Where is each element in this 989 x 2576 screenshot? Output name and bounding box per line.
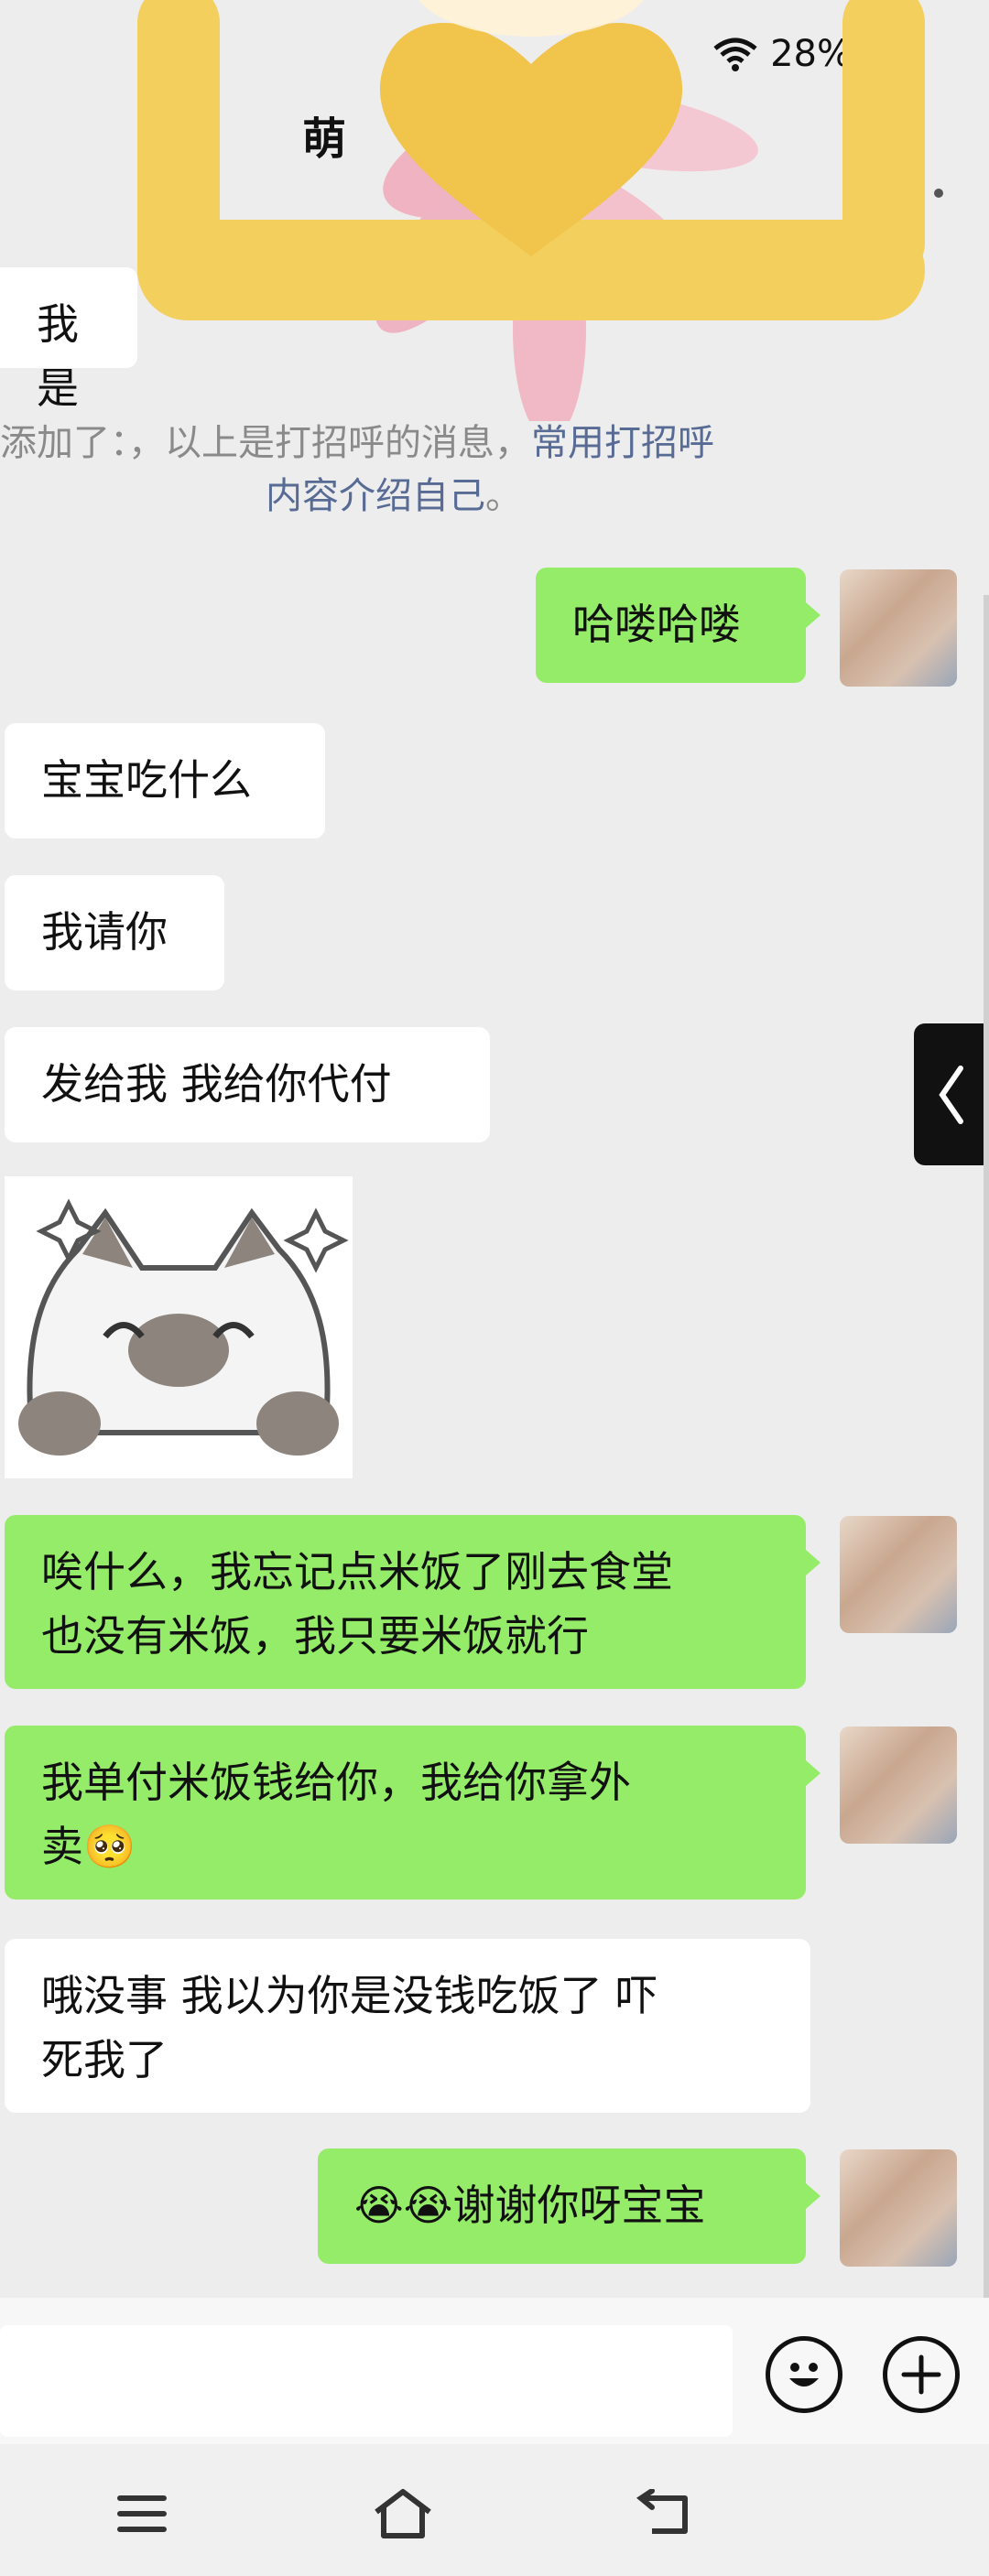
back-button[interactable] <box>623 2477 705 2550</box>
message-outgoing[interactable]: 😭😭谢谢你呀宝宝 <box>318 2148 821 2264</box>
scrollbar[interactable] <box>984 595 989 2307</box>
avatar[interactable] <box>840 569 957 687</box>
chat-header: 萌 <box>0 101 989 247</box>
chat-title: 萌 <box>302 114 347 165</box>
emoji-button[interactable] <box>766 2336 842 2413</box>
back-icon <box>636 2489 688 2534</box>
sticker-message[interactable] <box>5 1176 353 1478</box>
message-outgoing[interactable]: 唉什么，我忘记点米饭了刚去食堂 也没有米饭，我只要米饭就行 <box>5 1515 821 1689</box>
plus-button[interactable] <box>883 2336 960 2413</box>
status-right: 28% <box>712 33 852 75</box>
message-incoming[interactable]: 我请你 <box>5 875 224 990</box>
message-incoming[interactable]: 哦没事 我以为你是没钱吃饭了 吓 死我了 <box>5 1939 810 2113</box>
system-message-line2: 内容介绍自己。 <box>266 475 522 517</box>
menu-icon <box>117 2495 167 2532</box>
more-options-icon[interactable] <box>934 189 943 198</box>
intro-link[interactable]: 内容介绍自己 <box>266 475 485 517</box>
system-message-line1: 添加了：，以上是打招呼的消息，常用打招呼 <box>0 422 714 464</box>
emoji-icon <box>789 2363 819 2387</box>
message-input[interactable] <box>0 2325 733 2437</box>
system-nav-bar <box>0 2444 989 2576</box>
message-outgoing[interactable]: 我单付米饭钱给你，我给你拿外 卖🥺 <box>5 1726 821 1900</box>
avatar[interactable] <box>840 1516 957 1633</box>
side-panel-toggle[interactable] <box>914 1023 989 1165</box>
cat-smiling-sticker <box>18 1198 349 1456</box>
message-incoming[interactable]: 我是 <box>0 267 137 413</box>
input-bar <box>0 2298 989 2444</box>
chevron-left-icon <box>939 1065 963 1124</box>
message-incoming[interactable]: 发给我 我给你代付 <box>5 1027 490 1142</box>
avatar[interactable] <box>840 2149 957 2267</box>
message-incoming[interactable]: 宝宝吃什么 <box>5 723 325 839</box>
home-button[interactable] <box>362 2477 444 2550</box>
wifi-icon <box>713 38 757 71</box>
menu-button[interactable] <box>101 2477 183 2550</box>
message-outgoing[interactable]: 哈喽哈喽 <box>536 568 821 683</box>
plus-icon <box>901 2354 941 2395</box>
battery-level: 28% <box>770 33 852 75</box>
greeting-link[interactable]: 常用打招呼 <box>531 422 714 464</box>
status-bar: 28% <box>0 0 989 110</box>
avatar[interactable] <box>840 1726 957 1844</box>
home-icon <box>375 2489 431 2538</box>
